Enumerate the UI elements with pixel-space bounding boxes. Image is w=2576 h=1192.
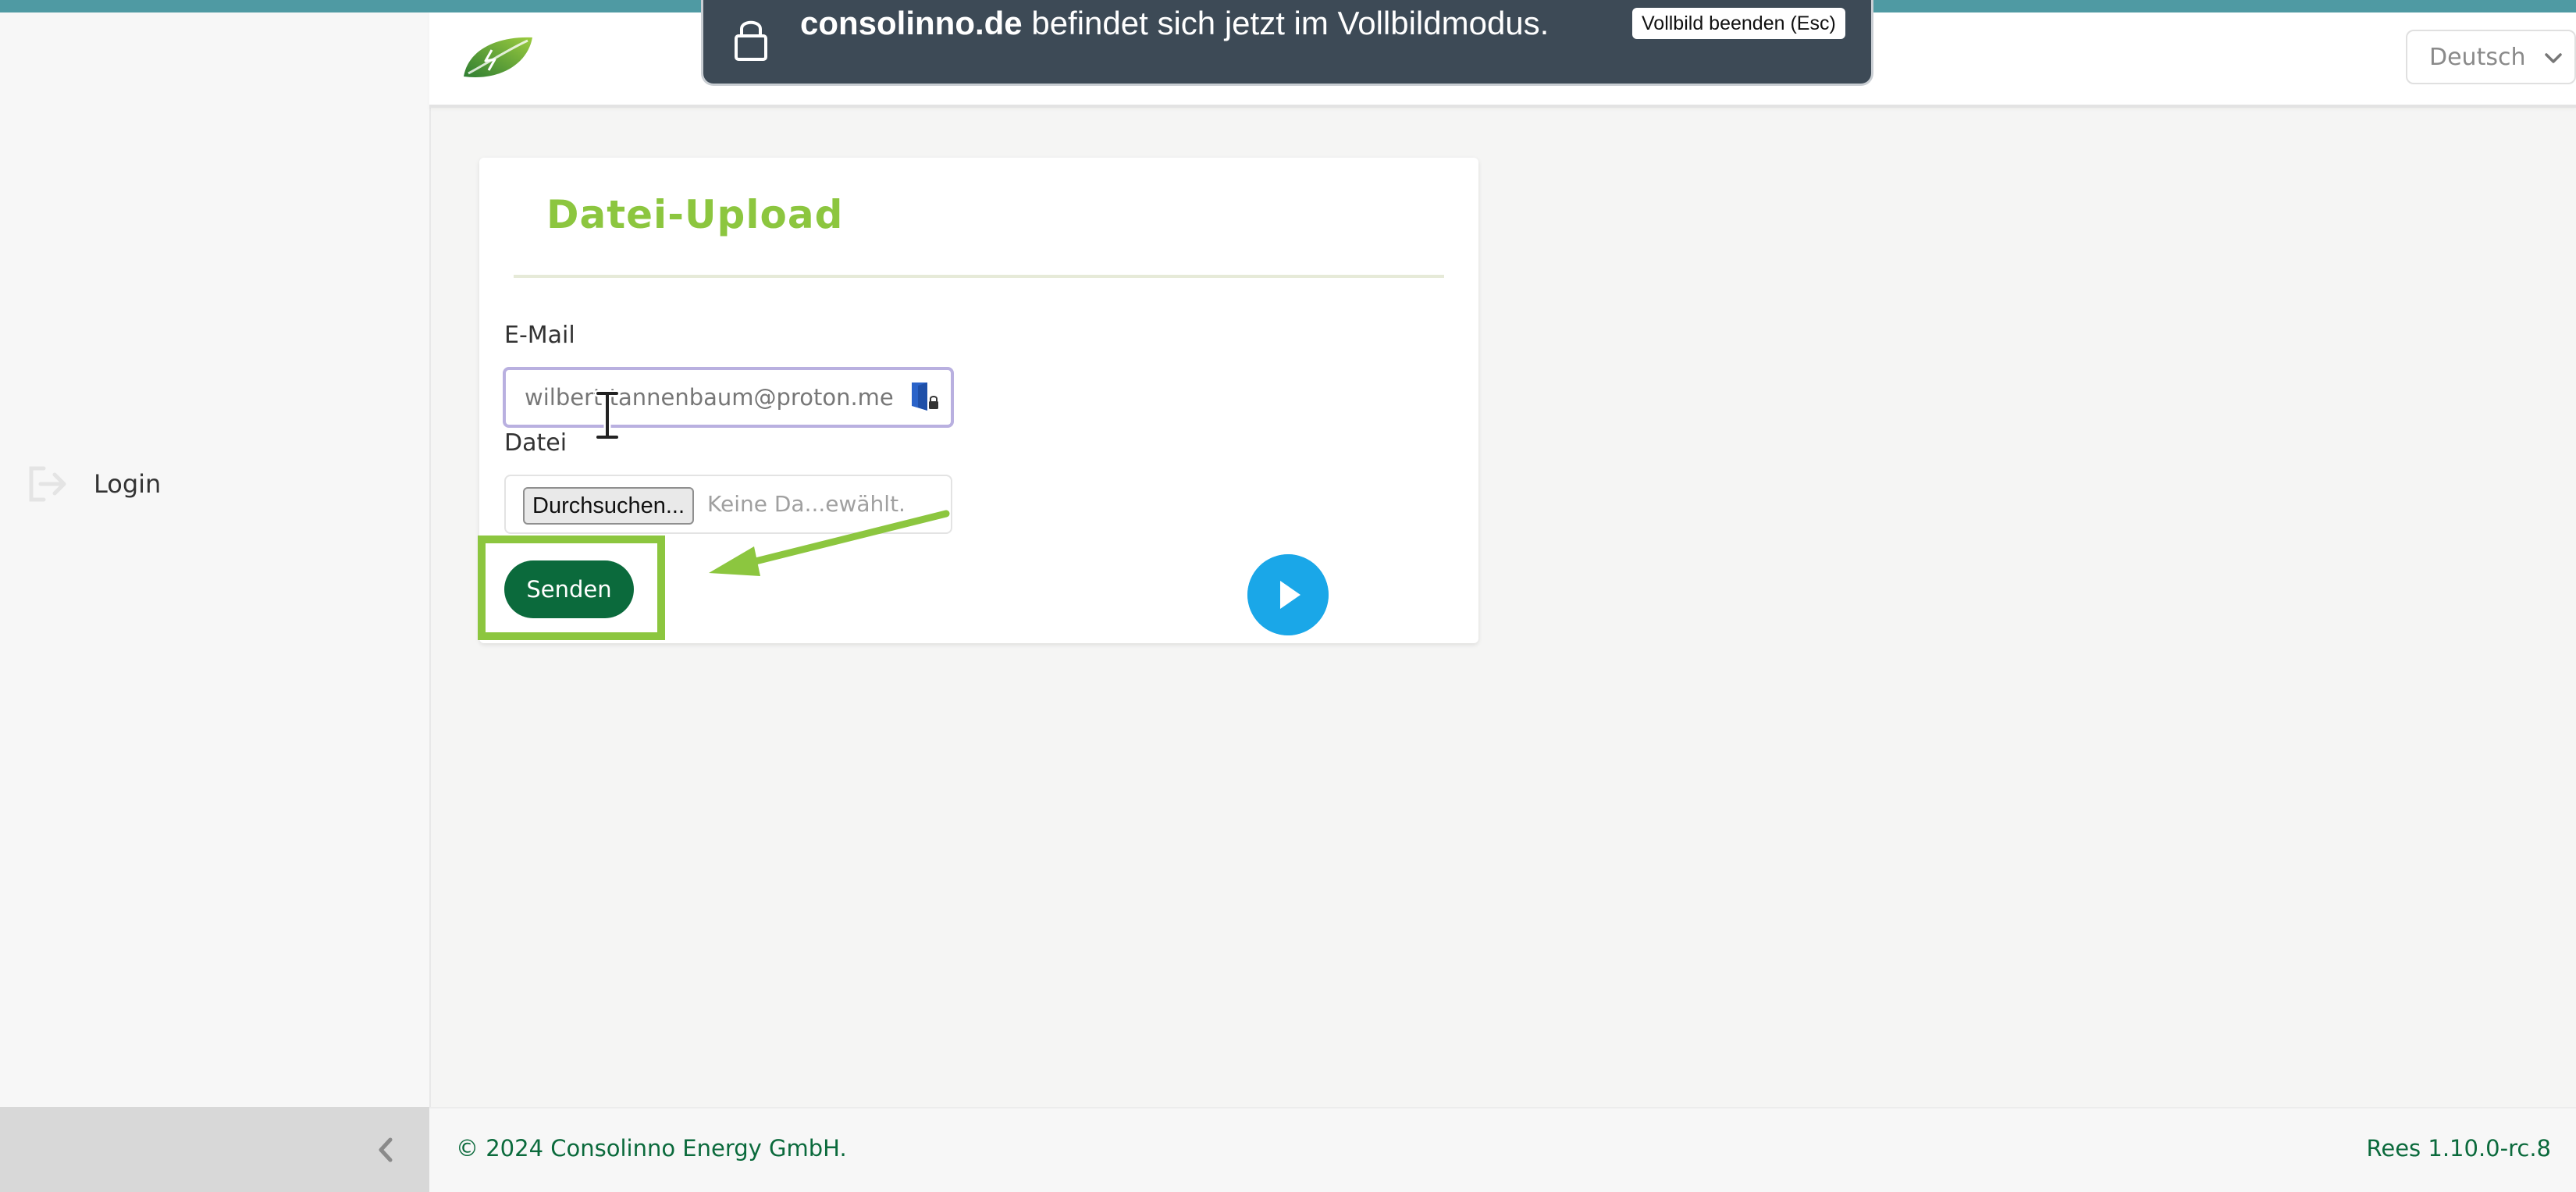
sidebar-item-label: Login xyxy=(94,469,162,499)
file-label: Datei xyxy=(504,429,568,457)
fullscreen-notification: consolinno.de befindet sich jetzt im Vol… xyxy=(701,0,1873,86)
fullscreen-message-text: befindet sich jetzt im Vollbildmodus. xyxy=(1022,5,1550,41)
browse-button[interactable]: Durchsuchen... xyxy=(523,487,695,525)
fullscreen-message: consolinno.de befindet sich jetzt im Vol… xyxy=(800,0,1549,47)
logo-leaf-icon xyxy=(464,37,532,77)
title-divider xyxy=(514,275,1444,278)
email-field[interactable]: wilbert.tannenbaum@proton.me xyxy=(503,367,954,428)
language-select[interactable]: Deutsch xyxy=(2406,30,2576,84)
chevron-left-icon xyxy=(379,1137,393,1162)
email-label: E-Mail xyxy=(504,322,575,349)
send-button[interactable]: Senden xyxy=(504,560,634,618)
collapse-sidebar-button[interactable] xyxy=(367,1130,406,1169)
sidebar-footer xyxy=(0,1107,429,1192)
copyright-text: © 2024 Consolinno Energy GmbH. xyxy=(456,1135,847,1162)
exit-fullscreen-button[interactable]: Vollbild beenden (Esc) xyxy=(1632,8,1845,39)
language-select-value: Deutsch xyxy=(2429,43,2526,71)
version-text: Rees 1.10.0-rc.8 xyxy=(2366,1135,2551,1162)
page-footer: © 2024 Consolinno Energy GmbH. Rees 1.10… xyxy=(429,1107,2576,1192)
fullscreen-domain: consolinno.de xyxy=(800,5,1023,41)
sidebar: Login xyxy=(0,12,431,1107)
chevron-down-icon xyxy=(2545,53,2562,63)
login-icon xyxy=(20,457,73,511)
text-cursor-icon xyxy=(594,390,621,440)
password-manager-icon[interactable] xyxy=(907,379,941,414)
page-root: Login Deutsch consolinno.de befindet sic… xyxy=(0,0,2576,1192)
play-button[interactable] xyxy=(1247,554,1329,635)
lock-icon xyxy=(735,20,767,61)
sidebar-item-login[interactable]: Login xyxy=(20,457,161,511)
arrow-annotation-icon xyxy=(709,510,950,576)
page-title: Datei-Upload xyxy=(546,192,844,237)
